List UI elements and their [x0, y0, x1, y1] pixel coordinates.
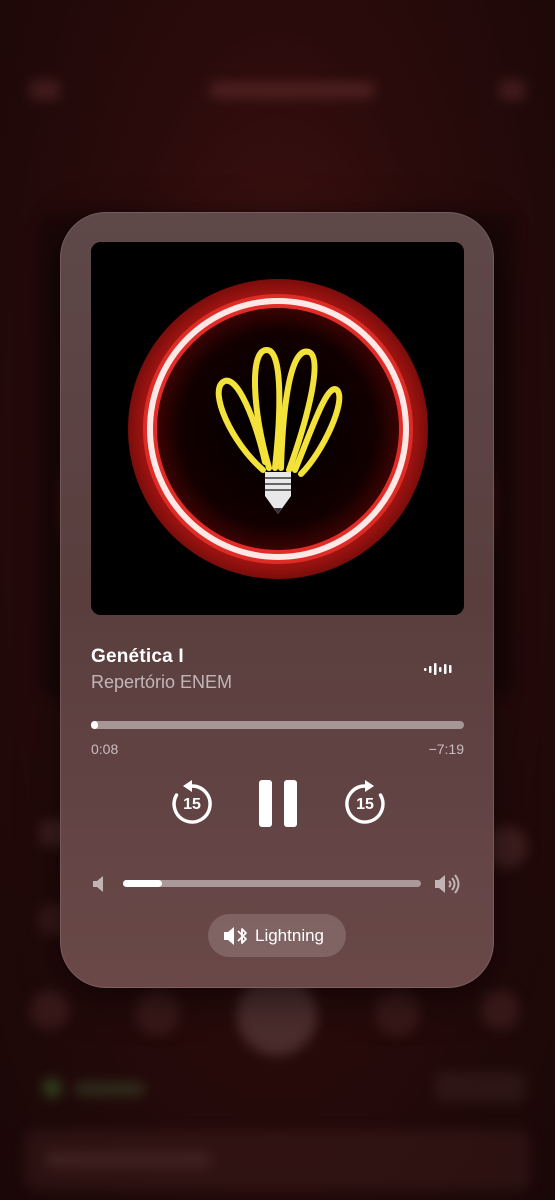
- pause-button[interactable]: [259, 780, 297, 828]
- speaker-bluetooth-icon: [224, 927, 247, 945]
- bg-control: [375, 990, 420, 1035]
- bg-control: [135, 990, 180, 1035]
- volume-slider[interactable]: [123, 880, 421, 887]
- speaker-wave-icon: [435, 874, 460, 894]
- speaker-icon: [93, 876, 103, 892]
- bg-device-icon: [42, 1078, 62, 1098]
- time-remaining: −7:19: [428, 741, 464, 757]
- bg-back-icon: [30, 80, 60, 100]
- audio-waveform-icon: [424, 663, 452, 675]
- pause-icon: [259, 780, 272, 827]
- playback-scrubber[interactable]: [91, 721, 464, 729]
- skip-back-15-button[interactable]: 15: [168, 780, 216, 828]
- bg-title: [210, 82, 375, 98]
- lightbulb-logo-icon: [91, 242, 464, 615]
- track-artist[interactable]: Repertório ENEM: [91, 672, 232, 693]
- bg-device-label: [75, 1082, 145, 1096]
- skip-forward-label: 15: [356, 796, 374, 813]
- bg-action-icons: [435, 1072, 525, 1102]
- skip-back-label: 15: [183, 796, 201, 813]
- playback-progress-fill: [91, 721, 98, 729]
- bg-control: [30, 990, 70, 1030]
- pause-icon: [284, 780, 297, 827]
- bg-bottom-label: [45, 1152, 210, 1168]
- track-title: Genética I: [91, 646, 184, 667]
- volume-fill: [123, 880, 162, 887]
- bg-top-bar: [30, 70, 525, 110]
- bg-more-icon: [499, 80, 525, 100]
- audio-route-label: Lightning: [255, 926, 325, 945]
- bg-control: [480, 990, 520, 1030]
- audio-route-button[interactable]: Lightning: [208, 914, 346, 957]
- album-artwork[interactable]: [91, 242, 464, 615]
- now-playing-card: Genética I Repertório ENEM 0:08 −7:19 15: [60, 212, 494, 988]
- time-elapsed: 0:08: [91, 741, 119, 757]
- skip-forward-15-button[interactable]: 15: [341, 780, 389, 828]
